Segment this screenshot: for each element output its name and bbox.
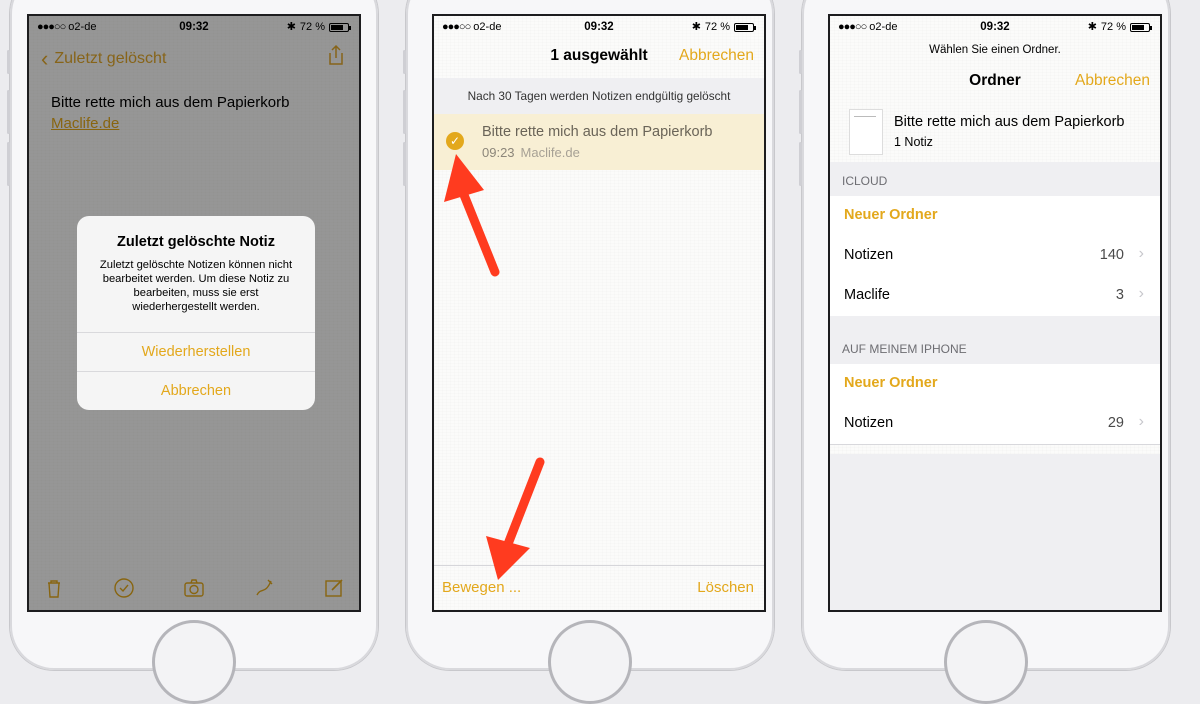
annotation-arrow-move: [486, 457, 545, 580]
folder-row-notizen-iphone[interactable]: Notizen 29 ›: [830, 404, 1160, 445]
chevron-right-icon: ›: [1138, 413, 1144, 430]
screen-3: ●●●○○ o2-de 09:32 ✱ 72 % Wählen Sie einen…: [828, 14, 1162, 612]
volume-up-button: [799, 90, 802, 134]
alert-dialog: Zuletzt gelöschte Notiz Zuletzt gelöscht…: [77, 216, 315, 410]
note-thumbnail: [850, 110, 882, 154]
section-header-iphone: AUF MEINEM IPHONE: [830, 316, 1160, 364]
nav-bar: 1 ausgewählt Abbrechen: [434, 38, 764, 78]
new-folder-iphone[interactable]: Neuer Ordner: [830, 364, 1160, 405]
status-bar: ●●●○○ o2-de 09:32 ✱ 72 %: [830, 16, 1160, 38]
bluetooth-icon: ✱: [1087, 21, 1097, 33]
folder-count: 140: [1099, 247, 1124, 263]
battery-percent: 72 %: [704, 21, 730, 33]
mute-switch: [799, 50, 802, 74]
screen-1: ●●●○○ o2-de 09:32 ✱ 72 % ‹ Zuletzt gelösch…: [27, 14, 361, 612]
note-preview: Maclife.de: [520, 145, 580, 160]
section-header-icloud: ICLOUD: [830, 162, 1160, 196]
folder-row-maclife[interactable]: Maclife 3 ›: [830, 276, 1160, 317]
deletion-info-banner: Nach 30 Tagen werden Notizen endgültig g…: [434, 78, 764, 114]
volume-down-button: [799, 142, 802, 186]
chevron-right-icon: ›: [1138, 245, 1144, 262]
checkmark-icon[interactable]: ✓: [446, 132, 464, 150]
home-button[interactable]: [152, 620, 236, 704]
annotation-arrow-checkmark: [444, 154, 500, 277]
battery-icon: [1130, 22, 1152, 32]
phone-frame-3: ●●●○○ o2-de 09:32 ✱ 72 % Wählen Sie einen…: [799, 0, 1170, 704]
mute-switch: [7, 50, 10, 74]
alert-message: Zuletzt gelöschte Notizen können nicht b…: [99, 259, 293, 313]
home-button[interactable]: [548, 620, 632, 704]
battery-percent: 72 %: [1100, 21, 1126, 33]
alert-cancel-button[interactable]: Abbrechen: [77, 371, 315, 410]
folder-prompt: Wählen Sie einen Ordner.: [929, 44, 1061, 56]
volume-down-button: [403, 142, 406, 186]
note-title: Bitte rette mich aus dem Papierkorb: [482, 124, 713, 140]
restore-button[interactable]: Wiederherstellen: [77, 332, 315, 372]
mute-switch: [403, 50, 406, 74]
note-title: Bitte rette mich aus dem Papierkorb: [894, 114, 1125, 130]
volume-down-button: [7, 142, 10, 186]
phone-frame-1: ●●●○○ o2-de 09:32 ✱ 72 % ‹ Zuletzt gelösch…: [7, 0, 378, 704]
chevron-right-icon: ›: [1138, 285, 1144, 302]
empty-area: [830, 454, 1160, 610]
cancel-button[interactable]: Abbrechen: [679, 47, 754, 65]
status-bar: ●●●○○ o2-de 09:32 ✱ 72 %: [434, 16, 764, 38]
bluetooth-icon: ✱: [691, 21, 701, 33]
volume-up-button: [403, 90, 406, 134]
alert-title: Zuletzt gelöschte Notiz: [117, 234, 275, 250]
folder-count: 29: [1107, 415, 1124, 431]
volume-up-button: [7, 90, 10, 134]
delete-button[interactable]: Löschen: [697, 579, 754, 596]
folder-count: 3: [1115, 287, 1124, 303]
home-button[interactable]: [944, 620, 1028, 704]
folder-row-notizen-icloud[interactable]: Notizen 140 ›: [830, 236, 1160, 277]
battery-icon: [734, 22, 756, 32]
phone-frame-2: ●●●○○ o2-de 09:32 ✱ 72 % 1 ausgewählt Abb…: [403, 0, 774, 704]
new-folder-icloud[interactable]: Neuer Ordner: [830, 196, 1160, 237]
cancel-button[interactable]: Abbrechen: [1075, 72, 1150, 90]
note-count: 1 Notiz: [894, 135, 933, 149]
selected-note-summary: Bitte rette mich aus dem Papierkorb 1 No…: [830, 102, 1160, 163]
